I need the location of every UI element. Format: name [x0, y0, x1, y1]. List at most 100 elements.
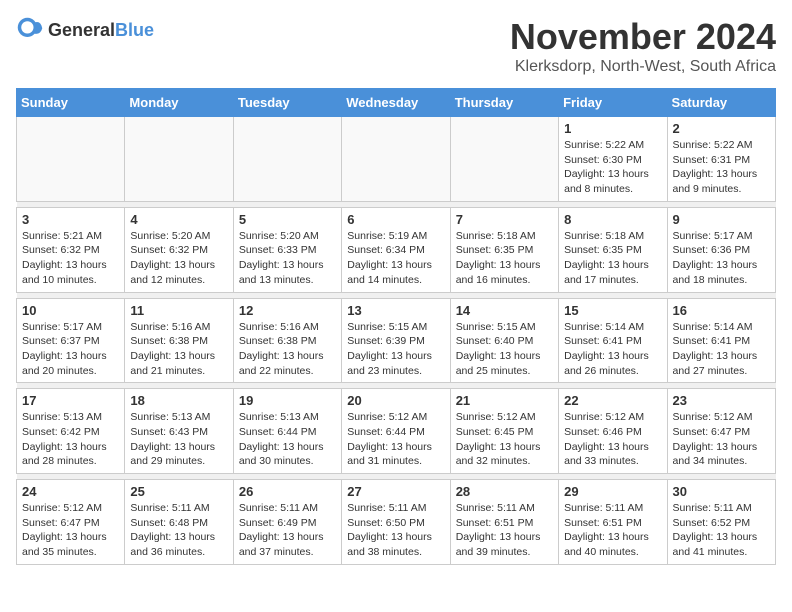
week-row-2: 10 Sunrise: 5:17 AMSunset: 6:37 PMDayligh… — [17, 298, 776, 383]
week-row-0: 1Sunrise: 5:22 AMSunset: 6:30 PMDaylight… — [17, 117, 776, 202]
day-info: Sunrise: 5:21 AMSunset: 6:32 PMDaylight:… — [22, 229, 119, 288]
day-number: 7 — [456, 212, 553, 227]
day-number: 9 — [673, 212, 770, 227]
calendar-cell: 30 Sunrise: 5:11 AMSunset: 6:52 PMDayligh… — [667, 480, 775, 565]
day-number: 5 — [239, 212, 336, 227]
day-info: Sunrise: 5:16 AMSunset: 6:38 PMDaylight:… — [239, 320, 336, 379]
day-info: Sunrise: 5:15 AMSunset: 6:39 PMDaylight:… — [347, 320, 444, 379]
day-info: Sunrise: 5:11 AMSunset: 6:51 PMDaylight:… — [564, 501, 661, 560]
calendar-cell: 10 Sunrise: 5:17 AMSunset: 6:37 PMDayligh… — [17, 298, 125, 383]
day-info: Sunrise: 5:17 AMSunset: 6:37 PMDaylight:… — [22, 320, 119, 379]
day-info: Sunrise: 5:18 AMSunset: 6:35 PMDaylight:… — [564, 229, 661, 288]
calendar-cell: 12 Sunrise: 5:16 AMSunset: 6:38 PMDayligh… — [233, 298, 341, 383]
calendar-cell: 13 Sunrise: 5:15 AMSunset: 6:39 PMDayligh… — [342, 298, 450, 383]
day-number: 12 — [239, 303, 336, 318]
weekday-header-monday: Monday — [125, 89, 233, 117]
day-info: Sunrise: 5:19 AMSunset: 6:34 PMDaylight:… — [347, 229, 444, 288]
day-info: Sunrise: 5:20 AMSunset: 6:33 PMDaylight:… — [239, 229, 336, 288]
day-number: 27 — [347, 484, 444, 499]
day-info: Sunrise: 5:12 AMSunset: 6:47 PMDaylight:… — [22, 501, 119, 560]
calendar-cell: 6 Sunrise: 5:19 AMSunset: 6:34 PMDaylight… — [342, 207, 450, 292]
week-row-1: 3Sunrise: 5:21 AMSunset: 6:32 PMDaylight… — [17, 207, 776, 292]
day-info: Sunrise: 5:14 AMSunset: 6:41 PMDaylight:… — [673, 320, 770, 379]
calendar-cell: 1Sunrise: 5:22 AMSunset: 6:30 PMDaylight… — [559, 117, 667, 202]
day-number: 11 — [130, 303, 227, 318]
day-number: 4 — [130, 212, 227, 227]
calendar-cell — [342, 117, 450, 202]
day-info: Sunrise: 5:12 AMSunset: 6:47 PMDaylight:… — [673, 410, 770, 469]
calendar-cell: 8 Sunrise: 5:18 AMSunset: 6:35 PMDaylight… — [559, 207, 667, 292]
day-number: 1 — [564, 121, 661, 136]
day-info: Sunrise: 5:16 AMSunset: 6:38 PMDaylight:… — [130, 320, 227, 379]
day-number: 24 — [22, 484, 119, 499]
day-info: Sunrise: 5:13 AMSunset: 6:43 PMDaylight:… — [130, 410, 227, 469]
calendar-cell: 15Sunrise: 5:14 AMSunset: 6:41 PMDayligh… — [559, 298, 667, 383]
day-info: Sunrise: 5:11 AMSunset: 6:49 PMDaylight:… — [239, 501, 336, 560]
day-info: Sunrise: 5:11 AMSunset: 6:48 PMDaylight:… — [130, 501, 227, 560]
month-title: November 2024 — [510, 16, 776, 58]
calendar-cell: 2 Sunrise: 5:22 AMSunset: 6:31 PMDaylight… — [667, 117, 775, 202]
day-info: Sunrise: 5:22 AMSunset: 6:31 PMDaylight:… — [673, 138, 770, 197]
calendar-table: SundayMondayTuesdayWednesdayThursdayFrid… — [16, 88, 776, 565]
week-row-3: 17 Sunrise: 5:13 AMSunset: 6:42 PMDayligh… — [17, 389, 776, 474]
title-area: November 2024 Klerksdorp, North-West, So… — [510, 16, 776, 76]
weekday-header-row: SundayMondayTuesdayWednesdayThursdayFrid… — [17, 89, 776, 117]
day-number: 19 — [239, 393, 336, 408]
calendar-cell: 16 Sunrise: 5:14 AMSunset: 6:41 PMDayligh… — [667, 298, 775, 383]
day-info: Sunrise: 5:18 AMSunset: 6:35 PMDaylight:… — [456, 229, 553, 288]
calendar-cell: 11 Sunrise: 5:16 AMSunset: 6:38 PMDayligh… — [125, 298, 233, 383]
weekday-header-tuesday: Tuesday — [233, 89, 341, 117]
day-number: 25 — [130, 484, 227, 499]
week-row-4: 24 Sunrise: 5:12 AMSunset: 6:47 PMDayligh… — [17, 480, 776, 565]
calendar-cell — [125, 117, 233, 202]
day-number: 16 — [673, 303, 770, 318]
calendar-cell: 22Sunrise: 5:12 AMSunset: 6:46 PMDayligh… — [559, 389, 667, 474]
weekday-header-thursday: Thursday — [450, 89, 558, 117]
logo-text-general: General — [48, 20, 115, 40]
day-number: 21 — [456, 393, 553, 408]
day-info: Sunrise: 5:12 AMSunset: 6:45 PMDaylight:… — [456, 410, 553, 469]
day-info: Sunrise: 5:12 AMSunset: 6:44 PMDaylight:… — [347, 410, 444, 469]
calendar-cell: 19 Sunrise: 5:13 AMSunset: 6:44 PMDayligh… — [233, 389, 341, 474]
day-info: Sunrise: 5:14 AMSunset: 6:41 PMDaylight:… — [564, 320, 661, 379]
calendar-cell: 14Sunrise: 5:15 AMSunset: 6:40 PMDayligh… — [450, 298, 558, 383]
day-info: Sunrise: 5:11 AMSunset: 6:50 PMDaylight:… — [347, 501, 444, 560]
weekday-header-saturday: Saturday — [667, 89, 775, 117]
day-info: Sunrise: 5:20 AMSunset: 6:32 PMDaylight:… — [130, 229, 227, 288]
calendar-cell — [233, 117, 341, 202]
calendar-cell — [17, 117, 125, 202]
day-number: 17 — [22, 393, 119, 408]
calendar-cell: 9 Sunrise: 5:17 AMSunset: 6:36 PMDaylight… — [667, 207, 775, 292]
calendar-cell: 27 Sunrise: 5:11 AMSunset: 6:50 PMDayligh… — [342, 480, 450, 565]
day-info: Sunrise: 5:15 AMSunset: 6:40 PMDaylight:… — [456, 320, 553, 379]
day-number: 29 — [564, 484, 661, 499]
day-number: 26 — [239, 484, 336, 499]
day-number: 8 — [564, 212, 661, 227]
calendar-cell: 26 Sunrise: 5:11 AMSunset: 6:49 PMDayligh… — [233, 480, 341, 565]
calendar-cell: 5 Sunrise: 5:20 AMSunset: 6:33 PMDaylight… — [233, 207, 341, 292]
calendar-cell: 24 Sunrise: 5:12 AMSunset: 6:47 PMDayligh… — [17, 480, 125, 565]
weekday-header-friday: Friday — [559, 89, 667, 117]
day-number: 23 — [673, 393, 770, 408]
day-number: 2 — [673, 121, 770, 136]
calendar-cell: 18Sunrise: 5:13 AMSunset: 6:43 PMDayligh… — [125, 389, 233, 474]
day-number: 28 — [456, 484, 553, 499]
logo-text-blue: Blue — [115, 20, 154, 40]
calendar-cell: 3Sunrise: 5:21 AMSunset: 6:32 PMDaylight… — [17, 207, 125, 292]
day-info: Sunrise: 5:11 AMSunset: 6:52 PMDaylight:… — [673, 501, 770, 560]
day-number: 30 — [673, 484, 770, 499]
day-number: 13 — [347, 303, 444, 318]
day-number: 20 — [347, 393, 444, 408]
day-info: Sunrise: 5:12 AMSunset: 6:46 PMDaylight:… — [564, 410, 661, 469]
calendar-cell: 20 Sunrise: 5:12 AMSunset: 6:44 PMDayligh… — [342, 389, 450, 474]
day-number: 10 — [22, 303, 119, 318]
day-info: Sunrise: 5:13 AMSunset: 6:42 PMDaylight:… — [22, 410, 119, 469]
calendar-cell: 17 Sunrise: 5:13 AMSunset: 6:42 PMDayligh… — [17, 389, 125, 474]
calendar-cell: 4 Sunrise: 5:20 AMSunset: 6:32 PMDaylight… — [125, 207, 233, 292]
day-info: Sunrise: 5:13 AMSunset: 6:44 PMDaylight:… — [239, 410, 336, 469]
weekday-header-sunday: Sunday — [17, 89, 125, 117]
day-info: Sunrise: 5:17 AMSunset: 6:36 PMDaylight:… — [673, 229, 770, 288]
logo: GeneralBlue — [16, 16, 154, 44]
calendar-cell: 23 Sunrise: 5:12 AMSunset: 6:47 PMDayligh… — [667, 389, 775, 474]
day-number: 6 — [347, 212, 444, 227]
